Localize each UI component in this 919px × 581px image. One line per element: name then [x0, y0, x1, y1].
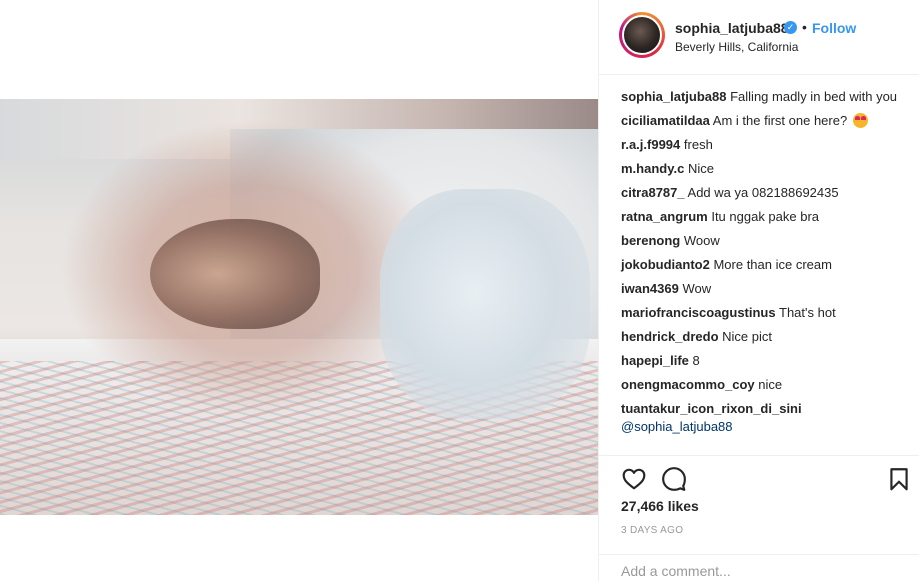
comment-text: nice — [758, 377, 783, 392]
bookmark-icon[interactable] — [886, 466, 912, 492]
comments-list: sophia_latjuba88 Falling madly in bed wi… — [621, 88, 903, 442]
separator-dot: • — [802, 19, 807, 35]
post-actions: 27,466 likes 3 DAYS AGO — [599, 455, 919, 581]
comment-username[interactable]: onengmacommo_coy — [621, 377, 755, 392]
comment-username[interactable]: ratna_angrum — [621, 209, 708, 224]
comment-icon[interactable] — [661, 466, 687, 492]
comment-item: berenong Woow — [621, 232, 903, 250]
comment-username[interactable]: tuantakur_icon_rixon_di_sini — [621, 401, 802, 416]
comment-item: ciciliamatildaa Am i the first one here? — [621, 112, 903, 130]
comment-text: Am i the first one here? — [712, 113, 848, 128]
comment-text: Itu nggak pake bra — [711, 209, 820, 224]
comment-mention-link[interactable]: @sophia_latjuba88 — [621, 419, 733, 434]
comment-item: onengmacommo_coy nice — [621, 376, 903, 394]
comment-text: Woow — [683, 233, 720, 248]
comment-text: Add wa ya 082188692435 — [687, 185, 839, 200]
comment-item: ratna_angrum Itu nggak pake bra — [621, 208, 903, 226]
comment-username[interactable]: citra8787_ — [621, 185, 685, 200]
avatar[interactable] — [622, 15, 662, 55]
comment-item: iwan4369 Wow — [621, 280, 903, 298]
comment-item: m.handy.c Nice — [621, 160, 903, 178]
comment-text: fresh — [683, 137, 713, 152]
comment-username[interactable]: hapepi_life — [621, 353, 689, 368]
post-media-area — [0, 0, 598, 581]
comment-username[interactable]: iwan4369 — [621, 281, 679, 296]
comment-username[interactable]: r.a.j.f9994 — [621, 137, 680, 152]
post-header: sophia_latjuba88 ✓ • Follow Beverly Hill… — [599, 0, 919, 75]
comment-username[interactable]: berenong — [621, 233, 680, 248]
comment-text: Falling madly in bed with you — [730, 89, 898, 104]
photo-subject-shirt — [380, 189, 590, 419]
comment-text: 8 — [692, 353, 700, 368]
comment-text: Nice pict — [722, 329, 773, 344]
likes-count[interactable]: 27,466 likes — [621, 498, 699, 514]
comment-text: That's hot — [779, 305, 836, 320]
post-timestamp[interactable]: 3 DAYS AGO — [621, 525, 683, 536]
comment-item: citra8787_ Add wa ya 082188692435 — [621, 184, 903, 202]
comment-text: More than ice cream — [713, 257, 832, 272]
comment-text: Wow — [682, 281, 712, 296]
comment-item: tuantakur_icon_rixon_di_sini @sophia_lat… — [621, 400, 903, 436]
comment-item: hapepi_life 8 — [621, 352, 903, 370]
add-comment-bar — [599, 554, 919, 581]
heart-eyes-emoji-icon — [852, 113, 868, 128]
add-comment-input[interactable] — [621, 563, 901, 579]
comment-item: hendrick_dredo Nice pict — [621, 328, 903, 346]
post-photo[interactable] — [0, 99, 598, 515]
comment-text: Nice — [687, 161, 714, 176]
comment-username[interactable]: ciciliamatildaa — [621, 113, 710, 128]
caption: sophia_latjuba88 Falling madly in bed wi… — [621, 88, 903, 106]
verified-badge-icon: ✓ — [784, 21, 797, 34]
comment-username[interactable]: sophia_latjuba88 — [621, 89, 726, 104]
header-username[interactable]: sophia_latjuba88 — [675, 20, 789, 36]
photo-subject-face — [150, 219, 320, 329]
avatar-story-ring[interactable] — [619, 12, 665, 58]
comment-username[interactable]: hendrick_dredo — [621, 329, 719, 344]
comment-username[interactable]: m.handy.c — [621, 161, 684, 176]
post-side-panel: sophia_latjuba88 ✓ • Follow Beverly Hill… — [598, 0, 919, 581]
comment-username[interactable]: mariofranciscoagustinus — [621, 305, 776, 320]
comment-item: jokobudianto2 More than ice cream — [621, 256, 903, 274]
comment-item: r.a.j.f9994 fresh — [621, 136, 903, 154]
comment-item: mariofranciscoagustinus That's hot — [621, 304, 903, 322]
location-link[interactable]: Beverly Hills, California — [675, 40, 798, 54]
comment-username[interactable]: jokobudianto2 — [621, 257, 710, 272]
follow-button[interactable]: Follow — [812, 20, 856, 36]
heart-icon[interactable] — [621, 466, 647, 492]
